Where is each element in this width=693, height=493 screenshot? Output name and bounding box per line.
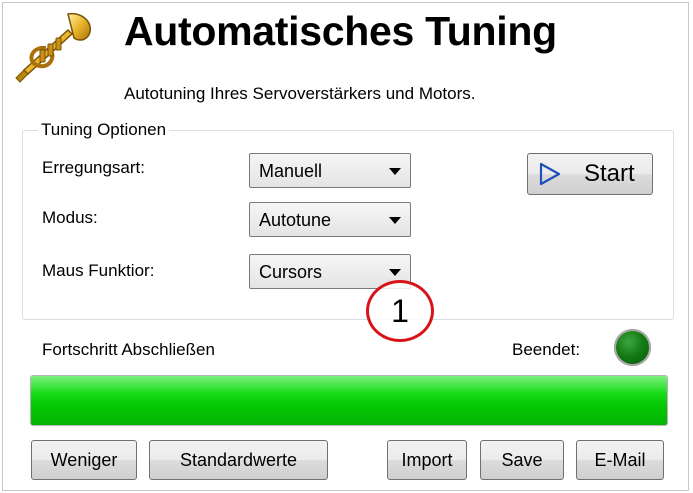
chevron-down-icon <box>389 217 401 224</box>
defaults-button[interactable]: Standardwerte <box>149 440 328 480</box>
mode-value: Autotune <box>259 210 332 230</box>
tuning-options-legend: Tuning Optionen <box>38 120 170 140</box>
page-subtitle: Autotuning Ihres Servoverstärkers und Mo… <box>124 84 476 103</box>
start-button-label: Start <box>584 160 635 187</box>
save-button-label: Save <box>501 450 543 470</box>
chevron-down-icon <box>389 269 401 276</box>
email-button-label: E-Mail <box>594 450 646 470</box>
excitation-select[interactable]: Manuell <box>249 153 411 188</box>
defaults-button-label: Standardwerte <box>179 450 298 470</box>
page-title: Automatisches Tuning <box>124 8 557 54</box>
mouse-function-value: Cursors <box>259 262 323 282</box>
progress-fill <box>31 376 667 425</box>
mode-select[interactable]: Autotune <box>249 202 411 237</box>
progress-label: Fortschritt Abschließen <box>42 340 215 359</box>
mouse-function-label: Maus Funktior: <box>42 261 155 280</box>
import-button[interactable]: Import <box>387 440 467 480</box>
progress-bar <box>30 375 668 426</box>
less-button-label: Weniger <box>50 450 118 470</box>
import-button-label: Import <box>401 450 453 470</box>
save-button[interactable]: Save <box>480 440 564 480</box>
mode-label: Modus: <box>42 208 98 227</box>
status-led-icon <box>614 329 651 366</box>
email-button[interactable]: E-Mail <box>576 440 664 480</box>
excitation-label: Erregungsart: <box>42 158 145 177</box>
callout-number: 1 <box>391 293 409 329</box>
trumpet-icon <box>15 12 91 83</box>
callout-marker: 1 <box>366 280 434 342</box>
less-button[interactable]: Weniger <box>31 440 137 480</box>
play-icon <box>539 162 561 186</box>
start-button[interactable]: Start <box>527 153 653 195</box>
excitation-value: Manuell <box>259 161 323 181</box>
done-label: Beendet: <box>512 340 581 359</box>
chevron-down-icon <box>389 168 401 175</box>
